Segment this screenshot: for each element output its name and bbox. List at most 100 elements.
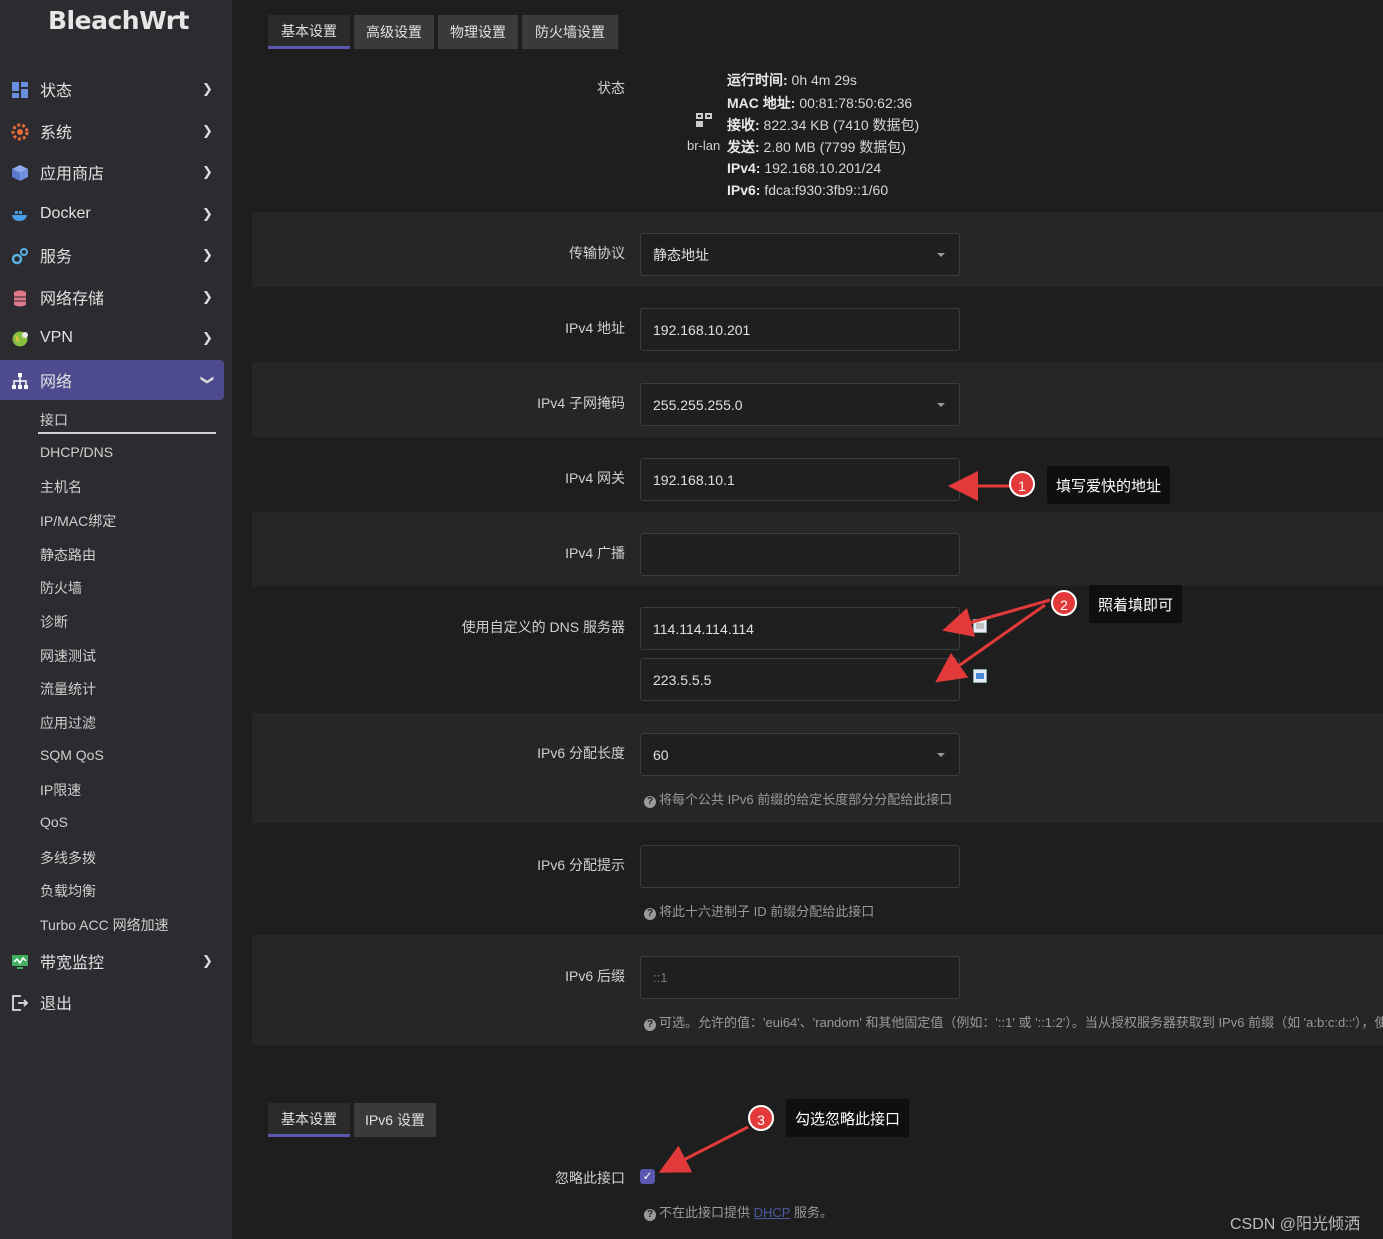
ipv6-suffix-input[interactable]: ::1	[640, 956, 960, 999]
status-key: MAC 地址:	[727, 95, 796, 111]
ignore-interface-checkbox[interactable]: ✓	[640, 1169, 655, 1184]
sub-item-hostname[interactable]: 主机名	[40, 477, 82, 497]
ipv4-mask-label: IPv4 子网掩码	[537, 395, 625, 411]
sub-item-load-balance[interactable]: 负载均衡	[40, 881, 96, 901]
docker-icon	[12, 211, 27, 221]
sidebar-item-system[interactable]: 系统 ❯	[0, 111, 224, 151]
hint-text: 将每个公共 IPv6 前缀的给定长度部分分配给此接口	[659, 792, 953, 807]
tab-physical[interactable]: 物理设置	[438, 15, 518, 49]
dns-input-2[interactable]: 223.5.5.5	[640, 658, 960, 701]
ignore-interface-label: 忽略此接口	[555, 1170, 625, 1186]
status-key: 运行时间:	[727, 72, 788, 88]
sidebar-item-label: VPN	[40, 329, 73, 346]
ipv4-gateway-input[interactable]: 192.168.10.1	[640, 458, 960, 501]
sidebar: BleachWrt 状态 ❯ 系统 ❯ 应用商店 ❯ Docker ❯ 服务 ❯…	[0, 0, 232, 1239]
ipv4-broadcast-input[interactable]	[640, 533, 960, 576]
tab-advanced[interactable]: 高级设置	[354, 15, 434, 49]
sidebar-item-label: 服务	[40, 249, 73, 266]
chevron-right-icon: ❯	[202, 953, 213, 968]
dashboard-icon	[12, 82, 28, 98]
ipv6-length-select[interactable]: 60	[640, 733, 960, 776]
gear-icon	[11, 123, 29, 141]
annotation-badge-2: 2	[1051, 590, 1077, 616]
sub-item-static-route[interactable]: 静态路由	[40, 545, 96, 565]
sub-item-app-filter[interactable]: 应用过滤	[40, 713, 96, 733]
sub-item-firewall[interactable]: 防火墙	[40, 578, 82, 598]
sidebar-item-label: 网络	[40, 374, 73, 391]
tab-dhcp-basic[interactable]: 基本设置	[268, 1103, 350, 1137]
ipv6-hint-label: IPv6 分配提示	[537, 857, 625, 873]
help-icon: ?	[644, 1209, 656, 1221]
cube-icon	[12, 165, 28, 181]
tab-basic[interactable]: 基本设置	[268, 15, 350, 49]
tab-dhcp-ipv6[interactable]: IPv6 设置	[354, 1103, 436, 1137]
status-key: 发送:	[727, 139, 760, 155]
ipv4-mask-select[interactable]: 255.255.255.0	[640, 383, 960, 426]
add-dns-icon[interactable]	[973, 669, 987, 683]
monitor-icon	[12, 955, 28, 969]
dhcp-link[interactable]: DHCP	[754, 1205, 791, 1220]
chevron-down-icon: ❯	[200, 374, 216, 386]
hint-text: 不在此接口提供	[659, 1205, 754, 1220]
status-key: IPv6:	[727, 182, 761, 198]
status-value: 2.80 MB (7799 数据包)	[759, 139, 906, 155]
status-tx: 发送: 2.80 MB (7799 数据包)	[727, 137, 906, 157]
sub-item-ip-mac[interactable]: IP/MAC绑定	[40, 511, 116, 531]
sub-item-dhcp-dns[interactable]: DHCP/DNS	[40, 444, 113, 460]
tab-firewall[interactable]: 防火墙设置	[522, 15, 618, 49]
ipv6-hint-hint: ? 将此十六进制子 ID 前缀分配给此接口	[644, 901, 874, 920]
sidebar-item-logout[interactable]: 退出	[0, 982, 224, 1022]
status-value: 0h 4m 29s	[787, 72, 857, 88]
sidebar-item-status[interactable]: 状态 ❯	[0, 69, 224, 109]
ipv6-hint-input[interactable]	[640, 845, 960, 888]
brand-logo: BleachWrt	[48, 6, 189, 35]
chevron-right-icon: ❯	[202, 330, 213, 345]
status-value: 00:81:78:50:62:36	[795, 95, 913, 111]
sub-item-multi-dial[interactable]: 多线多拨	[40, 848, 96, 868]
sidebar-item-services[interactable]: 服务 ❯	[0, 235, 224, 275]
ipv6-suffix-label: IPv6 后缀	[565, 968, 625, 984]
annotation-label-2: 照着填即可	[1089, 585, 1183, 623]
sidebar-item-vpn[interactable]: VPN ❯	[0, 318, 224, 358]
status-value: fdca:f930:3fb9::1/60	[760, 182, 889, 198]
sub-item-interface[interactable]: 接口	[40, 410, 68, 430]
ipv6-length-label: IPv6 分配长度	[537, 745, 625, 761]
sidebar-item-docker[interactable]: Docker ❯	[0, 194, 224, 234]
sidebar-item-label: 退出	[40, 996, 73, 1013]
network-port-icon	[696, 113, 712, 127]
chevron-right-icon: ❯	[202, 247, 213, 262]
sub-item-sqm[interactable]: SQM QoS	[40, 747, 104, 763]
sub-item-ip-limit[interactable]: IP限速	[40, 780, 81, 800]
status-value: 822.34 KB (7410 数据包)	[759, 117, 920, 133]
status-key: IPv4:	[727, 160, 761, 176]
sidebar-item-app-store[interactable]: 应用商店 ❯	[0, 152, 224, 192]
sub-item-speedtest[interactable]: 网速测试	[40, 646, 96, 666]
sidebar-item-label: 系统	[40, 125, 73, 142]
chevron-right-icon: ❯	[202, 289, 213, 304]
status-label: 状态	[597, 80, 625, 96]
sidebar-item-network[interactable]: 网络 ❯	[0, 360, 224, 400]
sub-item-turbo-acc[interactable]: Turbo ACC 网络加速	[40, 915, 169, 935]
hint-text: 服务。	[790, 1205, 833, 1220]
ipv4-addr-input[interactable]: 192.168.10.201	[640, 308, 960, 351]
remove-dns-icon[interactable]	[973, 619, 987, 633]
dns-input-1[interactable]: 114.114.114.114	[640, 607, 960, 650]
sub-item-diagnostics[interactable]: 诊断	[40, 612, 68, 632]
protocol-select[interactable]: 静态地址	[640, 233, 960, 276]
sub-item-qos[interactable]: QoS	[40, 814, 68, 830]
sub-item-traffic[interactable]: 流量统计	[40, 679, 96, 699]
status-mac: MAC 地址: 00:81:78:50:62:36	[727, 93, 912, 113]
logout-icon	[12, 995, 29, 1011]
annotation-badge-3: 3	[748, 1105, 774, 1131]
chevron-right-icon: ❯	[202, 206, 213, 221]
ignore-interface-hint: ? 不在此接口提供 DHCP 服务。	[644, 1202, 833, 1221]
annotation-label-3: 勾选忽略此接口	[786, 1099, 910, 1137]
ipv4-gateway-label: IPv4 网关	[565, 470, 625, 486]
dns-label: 使用自定义的 DNS 服务器	[461, 619, 625, 635]
ipv6-suffix-hint: ? 可选。允许的值：'eui64'、'random' 和其他固定值（例如：'::1…	[644, 1012, 1383, 1031]
sidebar-item-bandwidth[interactable]: 带宽监控 ❯	[0, 941, 224, 981]
sidebar-item-storage[interactable]: 网络存储 ❯	[0, 277, 224, 317]
sidebar-item-label: Docker	[40, 205, 91, 222]
chevron-right-icon: ❯	[202, 123, 213, 138]
ipv4-broadcast-label: IPv4 广播	[565, 545, 625, 561]
